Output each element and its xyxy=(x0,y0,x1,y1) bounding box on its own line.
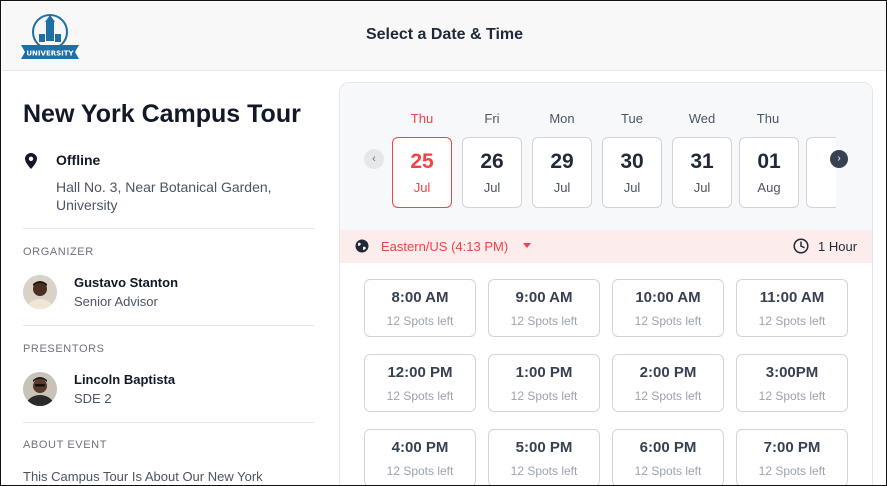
divider xyxy=(23,325,314,326)
day-of-week: Mon xyxy=(549,111,575,126)
slot-time: 7:00 PM xyxy=(763,439,821,456)
clock-icon xyxy=(793,238,809,254)
day-of-week: Fri xyxy=(484,111,500,126)
date-strip: ‹ Thu 25 Jul Fri 26 Jul Mon 29 Jul Tue 3… xyxy=(340,83,872,230)
about-event-text: This Campus Tour Is About Our New York xyxy=(23,469,263,484)
time-slot[interactable]: 3:00PM 12 Spots left xyxy=(736,354,848,412)
app-frame: UNIVERSITY Select a Date & Time New York… xyxy=(0,0,887,486)
slot-time: 4:00 PM xyxy=(391,439,449,456)
slot-spots: 12 Spots left xyxy=(386,314,454,328)
time-slot[interactable]: 9:00 AM 12 Spots left xyxy=(488,279,600,337)
slot-time: 5:00 PM xyxy=(515,439,573,456)
caret-down-icon[interactable] xyxy=(523,243,531,248)
slot-time: 3:00PM xyxy=(765,364,819,381)
slot-time: 9:00 AM xyxy=(515,289,573,306)
time-slot[interactable]: 4:00 PM 12 Spots left xyxy=(364,429,476,485)
date-card[interactable]: 29 Jul xyxy=(532,137,592,208)
date-day: 26 xyxy=(480,150,504,173)
organizer-label: ORGANIZER xyxy=(23,246,94,258)
slot-spots: 12 Spots left xyxy=(634,314,702,328)
presentor-name: Lincoln Baptista xyxy=(74,372,176,387)
time-slot[interactable]: 7:00 PM 12 Spots left xyxy=(736,429,848,485)
time-slot[interactable]: 5:00 PM 12 Spots left xyxy=(488,429,600,485)
date-card-selected[interactable]: 25 Jul xyxy=(392,137,452,208)
date-day: 01 xyxy=(757,150,781,173)
slot-spots: 12 Spots left xyxy=(758,389,826,403)
day-of-week: Thu xyxy=(756,111,780,126)
slot-spots: 12 Spots left xyxy=(386,389,454,403)
presentors-label: PRESENTORS xyxy=(23,343,105,355)
date-month: Jul xyxy=(693,180,711,195)
time-slot[interactable]: 2:00 PM 12 Spots left xyxy=(612,354,724,412)
divider xyxy=(23,422,314,423)
slot-time: 11:00 AM xyxy=(759,289,825,306)
day-of-week: Wed xyxy=(688,111,716,126)
header: UNIVERSITY Select a Date & Time xyxy=(2,2,886,71)
date-month: Jul xyxy=(413,180,431,195)
date-day: 25 xyxy=(410,150,434,173)
globe-icon xyxy=(355,239,369,253)
location-address: Hall No. 3, Near Botanical Garden, Unive… xyxy=(56,179,272,213)
slot-spots: 12 Spots left xyxy=(510,464,578,478)
date-card[interactable]: 26 Jul xyxy=(462,137,522,208)
date-card[interactable]: 01 Aug xyxy=(739,137,799,208)
day-of-week: Thu xyxy=(410,111,434,126)
date-month: Aug xyxy=(757,180,781,195)
time-slot[interactable]: 8:00 AM 12 Spots left xyxy=(364,279,476,337)
prev-dates-button[interactable]: ‹ xyxy=(364,149,384,169)
divider xyxy=(23,228,314,229)
date-day: 30 xyxy=(620,150,644,173)
slot-spots: 12 Spots left xyxy=(510,314,578,328)
timezone-bar: Eastern/US (4:13 PM) 1 Hour xyxy=(340,230,872,263)
location-type: Offline xyxy=(56,152,101,168)
presentor-avatar xyxy=(23,372,57,406)
organizer-name: Gustavo Stanton xyxy=(74,275,179,290)
slot-time: 1:00 PM xyxy=(515,364,573,381)
slot-spots: 12 Spots left xyxy=(758,464,826,478)
organizer-avatar xyxy=(23,275,57,309)
date-month: Jul xyxy=(623,180,641,195)
slot-time: 2:00 PM xyxy=(639,364,697,381)
slot-spots: 12 Spots left xyxy=(634,389,702,403)
svg-text:UNIVERSITY: UNIVERSITY xyxy=(26,50,74,58)
date-card[interactable]: 31 Jul xyxy=(672,137,732,208)
time-slot[interactable]: 10:00 AM 12 Spots left xyxy=(612,279,724,337)
organizer-role: Senior Advisor xyxy=(74,294,158,309)
page-title: Select a Date & Time xyxy=(365,26,524,43)
date-card[interactable]: 30 Jul xyxy=(602,137,662,208)
about-event-label: ABOUT EVENT xyxy=(23,439,108,451)
slot-spots: 12 Spots left xyxy=(634,464,702,478)
day-of-week: Tue xyxy=(621,111,643,126)
slot-time: 12:00 PM xyxy=(387,364,453,381)
time-slot[interactable]: 11:00 AM 12 Spots left xyxy=(736,279,848,337)
scheduler-panel: ‹ Thu 25 Jul Fri 26 Jul Mon 29 Jul Tue 3… xyxy=(339,82,873,485)
time-slot[interactable]: 1:00 PM 12 Spots left xyxy=(488,354,600,412)
location-pin-icon xyxy=(25,153,37,169)
slot-time: 6:00 PM xyxy=(639,439,697,456)
date-day: 29 xyxy=(550,150,574,173)
slot-time: 8:00 AM xyxy=(391,289,449,306)
event-title: New York Campus Tour xyxy=(23,100,301,128)
slot-spots: 12 Spots left xyxy=(510,389,578,403)
event-details-panel: New York Campus Tour Offline Hall No. 3,… xyxy=(2,72,339,485)
next-dates-button[interactable]: › xyxy=(830,150,848,168)
date-month: Jul xyxy=(553,180,571,195)
date-month: Jul xyxy=(483,180,501,195)
time-slot[interactable]: 6:00 PM 12 Spots left xyxy=(612,429,724,485)
time-slot[interactable]: 12:00 PM 12 Spots left xyxy=(364,354,476,412)
slot-spots: 12 Spots left xyxy=(386,464,454,478)
event-duration: 1 Hour xyxy=(818,239,858,254)
date-card-partial[interactable] xyxy=(806,137,836,208)
timezone-select[interactable]: Eastern/US (4:13 PM) xyxy=(381,239,508,254)
presentor-role: SDE 2 xyxy=(74,391,112,406)
slot-spots: 12 Spots left xyxy=(758,314,826,328)
slot-time: 10:00 AM xyxy=(635,289,701,306)
date-day: 31 xyxy=(690,150,714,173)
